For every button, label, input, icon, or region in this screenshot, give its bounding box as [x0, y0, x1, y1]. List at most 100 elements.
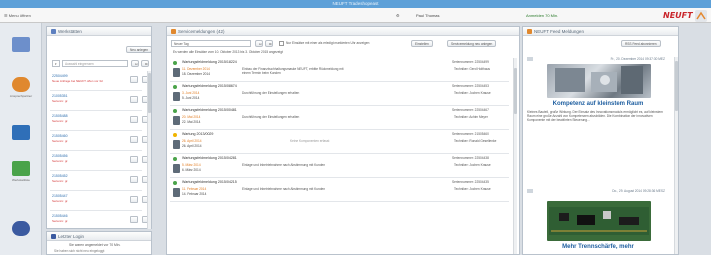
workshop-filter-apply-button[interactable]: ⊟ [131, 60, 139, 67]
rss-subscribe-button[interactable]: RSS Feed abonnieren [621, 40, 661, 47]
news-headline[interactable]: Mehr Trennschärfe, mehr [527, 244, 669, 250]
news-text: Kleines Bauteil, große Wirkung. Der Eins… [527, 110, 663, 122]
ticket-technician: Techniker: Achim Meyer [454, 115, 488, 119]
ticket-end-date: 6. März 2014 [182, 168, 201, 172]
ticket-description: Einbau der Finanzbuchhaltungsmaske NEUFT… [242, 67, 344, 75]
nav-workshop-list[interactable]: Werkstattliste [6, 159, 36, 189]
service-filter-clear-button[interactable]: ⊠ [265, 40, 273, 47]
workshops-panel: Werkstätten Neu anlegen ▾ Auswahl eingre… [46, 26, 153, 229]
workshop-edit-button[interactable] [130, 216, 138, 223]
wrench-icon [171, 29, 176, 34]
ticket-end-date: 26. April 2014 [182, 144, 202, 148]
brand-mark-icon [695, 10, 707, 22]
last-login-title: Letzter Login [58, 234, 85, 239]
workshop-edit-button[interactable] [130, 136, 138, 143]
workshop-edit-button[interactable] [130, 96, 138, 103]
news-scroll-thumb[interactable] [675, 61, 678, 111]
workshop-scrollbar[interactable] [147, 71, 151, 229]
link-icon[interactable] [527, 57, 533, 61]
workshop-row[interactable]: 21505488 Seriennr. gr. [50, 111, 150, 131]
ticket-start-date: 11. Dezember 2014 [182, 67, 210, 71]
workshop-edit-button[interactable] [130, 196, 138, 203]
service-ticket[interactable]: Wartung 2013/0029 26. April 2014 26. Apr… [170, 130, 509, 154]
workshop-number[interactable]: 21505446 [52, 214, 68, 218]
service-filter-select[interactable]: Neuer Tag [171, 40, 251, 47]
user-name[interactable]: Paul Thomas [416, 13, 440, 18]
nav-person[interactable] [6, 219, 36, 249]
service-filter-apply-button[interactable]: ⊟ [255, 40, 263, 47]
ticket-description: Durchführung der Einstellungen erhalten [242, 91, 300, 95]
news-item[interactable]: Do., 29. August 2014 09:28:36 MESZ Mehr … [527, 189, 669, 253]
workshop-status: Neue Anfrage bei NEUFT offen vor 3d [52, 79, 103, 83]
service-scroll-thumb[interactable] [514, 68, 517, 114]
workshop-row[interactable]: 21005351 Seriennr. gr. [50, 91, 150, 111]
ticket-category[interactable]: Wartungsfeldmeldung 2015/04281 [182, 156, 237, 160]
workshop-number[interactable]: 22504499 [52, 74, 68, 78]
workshop-row[interactable]: 21505456 Seriennr. gr. [50, 151, 150, 171]
service-ticket[interactable]: Wartungsfeldmeldung 2015/18224 11. Dezem… [170, 58, 509, 82]
ticket-technician: Techniker: Ronald Gesellenke [454, 139, 497, 143]
nav-contacts[interactable]: Ansprechpartner [6, 75, 36, 105]
workshop-edit-button[interactable] [130, 176, 138, 183]
service-title: Servicemeldungen (42) [178, 29, 225, 34]
nav-screens[interactable] [6, 35, 36, 65]
workshop-number[interactable]: 21505456 [52, 154, 68, 158]
ticket-start-date: 26. April 2014 [182, 139, 202, 143]
workshop-number[interactable]: 21505447 [52, 194, 68, 198]
workshop-edit-button[interactable] [130, 156, 138, 163]
nav-label: Ansprechpartner [9, 94, 33, 98]
workshop-edit-button[interactable] [130, 116, 138, 123]
service-ticket[interactable]: Wartungsfeldmeldung 2015/04281 5. März 2… [170, 154, 509, 178]
window-titlebar: NEUFT Tradeshopeast [0, 0, 711, 8]
nav-monitor[interactable] [6, 123, 36, 153]
link-icon[interactable] [527, 189, 533, 193]
workshop-row[interactable]: 21505446 Seriennr. gr. [50, 211, 150, 229]
workshop-edit-button[interactable] [130, 76, 138, 83]
person-icon [12, 221, 30, 236]
ticket-category[interactable]: Wartungsfeldmeldung 2015/08674 [182, 84, 237, 88]
workshop-filter-input[interactable]: Auswahl eingrenzen [62, 60, 128, 67]
workshop-number[interactable]: 21505460 [52, 134, 68, 138]
gear-icon[interactable]: ⚙ [396, 13, 400, 18]
service-panel-header: Servicemeldungen (42) [167, 27, 519, 36]
ticket-category[interactable]: Wartungsfeldmeldung 2015/18224 [182, 60, 237, 64]
menu-button[interactable]: ☰ Menu öffnen [4, 13, 31, 18]
service-ticket[interactable]: Wartungsfeldmeldung 2015/08674 3. Juni 2… [170, 82, 509, 106]
last-login-text: Sie waren angemeldet vor 70 Min. [69, 243, 121, 247]
workshop-filter-select[interactable]: ▾ [52, 60, 60, 67]
menubar: ☰ Menu öffnen ⚙ Paul Thomas Anmelden 70 … [0, 8, 711, 23]
workshop-row[interactable]: 21505447 Seriennr. gr. [50, 191, 150, 211]
workshop-number[interactable]: 21005351 [52, 94, 68, 98]
ticket-category[interactable]: Wartungsfeldmeldung 2015/00481 [182, 108, 237, 112]
service-ticket[interactable]: Wartungsfeldmeldung 2015/00481 20. Mai 2… [170, 106, 509, 130]
service-new-button[interactable]: Servicemeldung neu anlegen [447, 40, 497, 47]
last-login-header: Letzter Login [47, 232, 151, 241]
workshop-row[interactable]: 21505460 Seriennr. gr. [50, 131, 150, 151]
ticket-serial: Seriennummer: 22504435 [452, 180, 489, 184]
workshop-number[interactable]: 21505452 [52, 174, 68, 178]
news-headline[interactable]: Kompetenz auf kleinstem Raum [527, 101, 669, 107]
calendar-icon [173, 68, 180, 77]
workshop-row[interactable]: 21505452 Seriennr. gr. [50, 171, 150, 191]
status-dot [173, 157, 177, 161]
only-finished-label: Nur Einsätze mit einer als erledigt mark… [286, 41, 370, 45]
service-ticket[interactable]: Wartungsfeldmeldung 2015/04215 11. Febru… [170, 178, 509, 202]
workshop-new-button[interactable]: Neu anlegen [126, 46, 153, 53]
only-finished-checkbox[interactable] [279, 41, 284, 46]
workshop-scroll-thumb[interactable] [148, 73, 151, 113]
workshop-number[interactable]: 21505488 [52, 114, 68, 118]
signin-status[interactable]: Anmelden 70 Min. [526, 13, 558, 18]
nav-label: Werkstattliste [12, 178, 30, 182]
workshop-row[interactable]: 22504499 Neue Anfrage bei NEUFT offen vo… [50, 71, 150, 91]
calendar-icon [173, 164, 180, 173]
ticket-category[interactable]: Wartung 2013/0029 [182, 132, 213, 136]
calendar-icon [173, 188, 180, 197]
service-scrollbar[interactable] [513, 58, 517, 254]
news-item[interactable]: Fr., 20. Dezember 2014 09:37:30 MEZ Komp… [527, 57, 669, 157]
news-scrollbar[interactable] [674, 57, 678, 254]
service-settings-button[interactable]: Einstellen [411, 40, 433, 47]
workshop-filter-clear-button[interactable]: ⊠ [141, 60, 149, 67]
workshop-status: Seriennr. gr. [52, 159, 69, 163]
ticket-category[interactable]: Wartungsfeldmeldung 2015/04215 [182, 180, 237, 184]
last-login-panel: Letzter Login Sie waren angemeldet vor 7… [46, 231, 152, 255]
